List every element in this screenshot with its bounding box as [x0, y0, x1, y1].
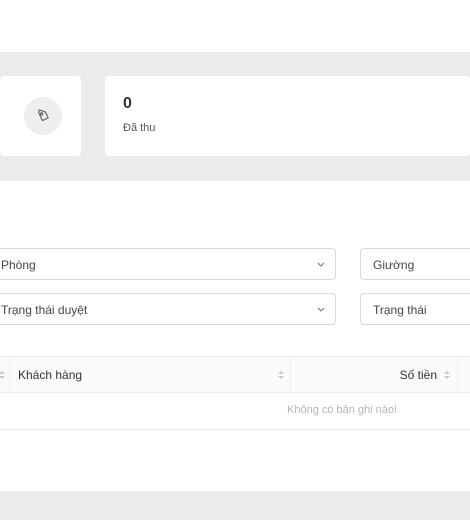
table-header: Khách hàng Số tiền [0, 356, 470, 393]
bed-select[interactable]: Giường [360, 248, 470, 280]
approval-status-select-value: Trạng thái duyệt [1, 303, 88, 317]
data-table: Khách hàng Số tiền Không có bản ghi nào! [0, 356, 470, 430]
stat-card-collected: 0 Đã thu [105, 76, 470, 156]
column-header-amount-label: Số tiền [399, 368, 437, 382]
status-select[interactable]: Trạng thái [360, 293, 470, 325]
stat-card-left [0, 76, 81, 156]
column-header-customer-label: Khách hàng [18, 368, 83, 382]
column-divider [457, 357, 458, 393]
sort-icon[interactable] [0, 370, 6, 380]
room-select[interactable]: Phòng [0, 248, 336, 280]
collected-label: Đã thu [123, 122, 156, 134]
room-select-value: Phòng [1, 258, 36, 272]
chevron-down-icon [317, 307, 325, 312]
table-empty-row: Không có bản ghi nào! [0, 393, 470, 430]
empty-message: Không có bản ghi nào! [287, 404, 398, 416]
sort-icon[interactable] [277, 370, 285, 380]
top-header-area [0, 0, 470, 52]
status-select-value: Trạng thái [373, 303, 427, 317]
column-header-amount[interactable]: Số tiền [291, 357, 457, 393]
list-panel: Phòng Giường Trạng thái duyệt Trạng thái… [0, 181, 470, 491]
bed-select-value: Giường [373, 258, 415, 272]
collected-value: 0 [123, 95, 132, 112]
stat-icon-circle [24, 97, 62, 135]
chevron-down-icon [317, 262, 325, 267]
approval-status-select[interactable]: Trạng thái duyệt [0, 293, 336, 325]
money-note-icon [37, 109, 49, 122]
column-header-customer[interactable]: Khách hàng [10, 357, 290, 393]
sort-icon[interactable] [443, 370, 451, 380]
